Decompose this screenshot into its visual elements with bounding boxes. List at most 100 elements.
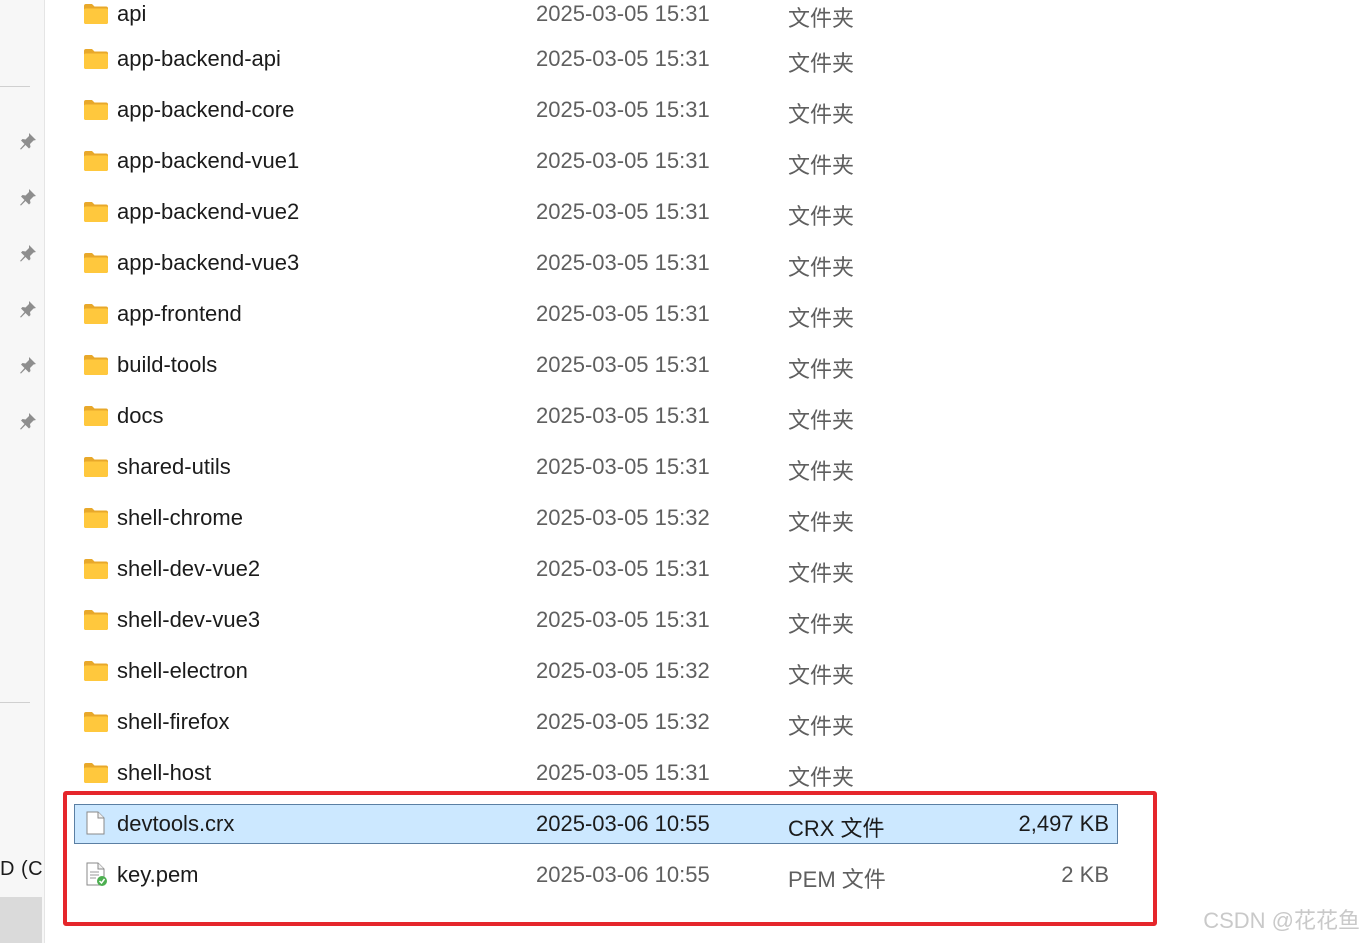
- file-row[interactable]: shared-utils 2025-03-05 15:31 文件夹: [74, 447, 1118, 487]
- file-name: shell-dev-vue2: [117, 556, 261, 581]
- file-type: 文件夹: [788, 612, 855, 637]
- file-row[interactable]: build-tools 2025-03-05 15:31 文件夹: [74, 345, 1118, 385]
- file-type: 文件夹: [788, 102, 855, 127]
- file-type: 文件夹: [788, 204, 855, 229]
- file-type: 文件夹: [788, 663, 855, 688]
- file-name: app-backend-vue2: [117, 199, 300, 224]
- nav-divider: [0, 702, 30, 703]
- pin-icon[interactable]: [18, 355, 38, 375]
- file-type: 文件夹: [788, 459, 855, 484]
- file-name: app-backend-api: [117, 46, 281, 71]
- pin-icon[interactable]: [18, 411, 38, 431]
- file-size: 2 KB: [1061, 862, 1109, 887]
- folder-icon: [83, 404, 109, 428]
- file-type: 文件夹: [788, 255, 855, 280]
- file-type: 文件夹: [788, 306, 855, 331]
- file-name: shell-electron: [117, 658, 248, 683]
- file-date-modified: 2025-03-05 15:32: [536, 709, 710, 734]
- file-name: app-backend-vue1: [117, 148, 300, 173]
- file-name: api: [117, 1, 147, 26]
- file-date-modified: 2025-03-05 15:31: [536, 352, 710, 377]
- certificate-file-icon: [83, 862, 109, 887]
- folder-icon: [83, 761, 109, 785]
- folder-icon: [83, 353, 109, 377]
- file-type: PEM 文件: [788, 867, 886, 892]
- file-row[interactable]: shell-host 2025-03-05 15:31 文件夹: [74, 753, 1118, 793]
- file-type: 文件夹: [788, 714, 855, 739]
- file-name: shell-chrome: [117, 505, 243, 530]
- nav-drive-label[interactable]: D (C: [0, 858, 44, 881]
- file-date-modified: 2025-03-05 15:32: [536, 658, 710, 683]
- folder-icon: [83, 200, 109, 224]
- file-date-modified: 2025-03-05 15:31: [536, 46, 710, 71]
- file-date-modified: 2025-03-06 10:55: [536, 862, 710, 887]
- file-date-modified: 2025-03-05 15:31: [536, 760, 710, 785]
- file-name: shell-firefox: [117, 709, 230, 734]
- file-name: docs: [117, 403, 164, 428]
- file-date-modified: 2025-03-05 15:31: [536, 199, 710, 224]
- file-row[interactable]: app-backend-vue1 2025-03-05 15:31 文件夹: [74, 141, 1118, 181]
- folder-icon: [83, 659, 109, 683]
- file-name: app-backend-vue3: [117, 250, 300, 275]
- file-name: shared-utils: [117, 454, 231, 479]
- file-type: 文件夹: [788, 561, 855, 586]
- folder-icon: [83, 506, 109, 530]
- file-date-modified: 2025-03-05 15:31: [536, 250, 710, 275]
- file-row[interactable]: shell-firefox 2025-03-05 15:32 文件夹: [74, 702, 1118, 742]
- file-type: 文件夹: [788, 765, 855, 790]
- file-row[interactable]: docs 2025-03-05 15:31 文件夹: [74, 396, 1118, 436]
- file-name: shell-host: [117, 760, 212, 785]
- file-type: CRX 文件: [788, 816, 885, 841]
- file-type: 文件夹: [788, 153, 855, 178]
- file-row[interactable]: api 2025-03-05 15:31 文件夹: [74, 0, 1118, 34]
- folder-icon: [83, 98, 109, 122]
- file-row[interactable]: shell-chrome 2025-03-05 15:32 文件夹: [74, 498, 1118, 538]
- nav-selected-item[interactable]: [0, 897, 42, 943]
- file-type: 文件夹: [788, 6, 855, 31]
- watermark: CSDN @花花鱼: [1203, 908, 1360, 933]
- file-row[interactable]: app-backend-api 2025-03-05 15:31 文件夹: [74, 39, 1118, 79]
- file-row[interactable]: shell-electron 2025-03-05 15:32 文件夹: [74, 651, 1118, 691]
- file-name: build-tools: [117, 352, 218, 377]
- folder-icon: [83, 455, 109, 479]
- file-date-modified: 2025-03-05 15:32: [536, 505, 710, 530]
- navigation-pane: D (C: [0, 0, 45, 943]
- file-date-modified: 2025-03-05 15:31: [536, 556, 710, 581]
- file-row[interactable]: app-backend-vue2 2025-03-05 15:31 文件夹: [74, 192, 1118, 232]
- file-row[interactable]: app-backend-core 2025-03-05 15:31 文件夹: [74, 90, 1118, 130]
- file-name: key.pem: [117, 862, 199, 887]
- file-type: 文件夹: [788, 510, 855, 535]
- file-type: 文件夹: [788, 51, 855, 76]
- file-name: app-backend-core: [117, 97, 295, 122]
- file-row[interactable]: key.pem 2025-03-06 10:55 PEM 文件 2 KB: [74, 855, 1118, 895]
- pin-icon[interactable]: [18, 299, 38, 319]
- file-row[interactable]: app-backend-vue3 2025-03-05 15:31 文件夹: [74, 243, 1118, 283]
- file-date-modified: 2025-03-05 15:31: [536, 454, 710, 479]
- file-type: 文件夹: [788, 357, 855, 382]
- nav-divider: [0, 86, 30, 87]
- folder-icon: [83, 47, 109, 71]
- file-date-modified: 2025-03-05 15:31: [536, 403, 710, 428]
- file-name: devtools.crx: [117, 811, 235, 836]
- file-row[interactable]: shell-dev-vue2 2025-03-05 15:31 文件夹: [74, 549, 1118, 589]
- file-row[interactable]: app-frontend 2025-03-05 15:31 文件夹: [74, 294, 1118, 334]
- file-size: 2,497 KB: [1018, 811, 1109, 836]
- pin-icon[interactable]: [18, 187, 38, 207]
- pin-icon[interactable]: [18, 131, 38, 151]
- folder-icon: [83, 608, 109, 632]
- file-date-modified: 2025-03-05 15:31: [536, 148, 710, 173]
- pin-icon[interactable]: [18, 243, 38, 263]
- file-name: app-frontend: [117, 301, 242, 326]
- file-name: shell-dev-vue3: [117, 607, 261, 632]
- folder-icon: [83, 557, 109, 581]
- folder-icon: [83, 2, 109, 26]
- folder-icon: [83, 251, 109, 275]
- file-date-modified: 2025-03-05 15:31: [536, 1, 710, 26]
- folder-icon: [83, 149, 109, 173]
- file-icon: [83, 811, 109, 836]
- file-row[interactable]: shell-dev-vue3 2025-03-05 15:31 文件夹: [74, 600, 1118, 640]
- folder-icon: [83, 710, 109, 734]
- file-date-modified: 2025-03-06 10:55: [536, 811, 710, 836]
- file-row[interactable]: devtools.crx 2025-03-06 10:55 CRX 文件 2,497 …: [74, 804, 1118, 844]
- folder-icon: [83, 302, 109, 326]
